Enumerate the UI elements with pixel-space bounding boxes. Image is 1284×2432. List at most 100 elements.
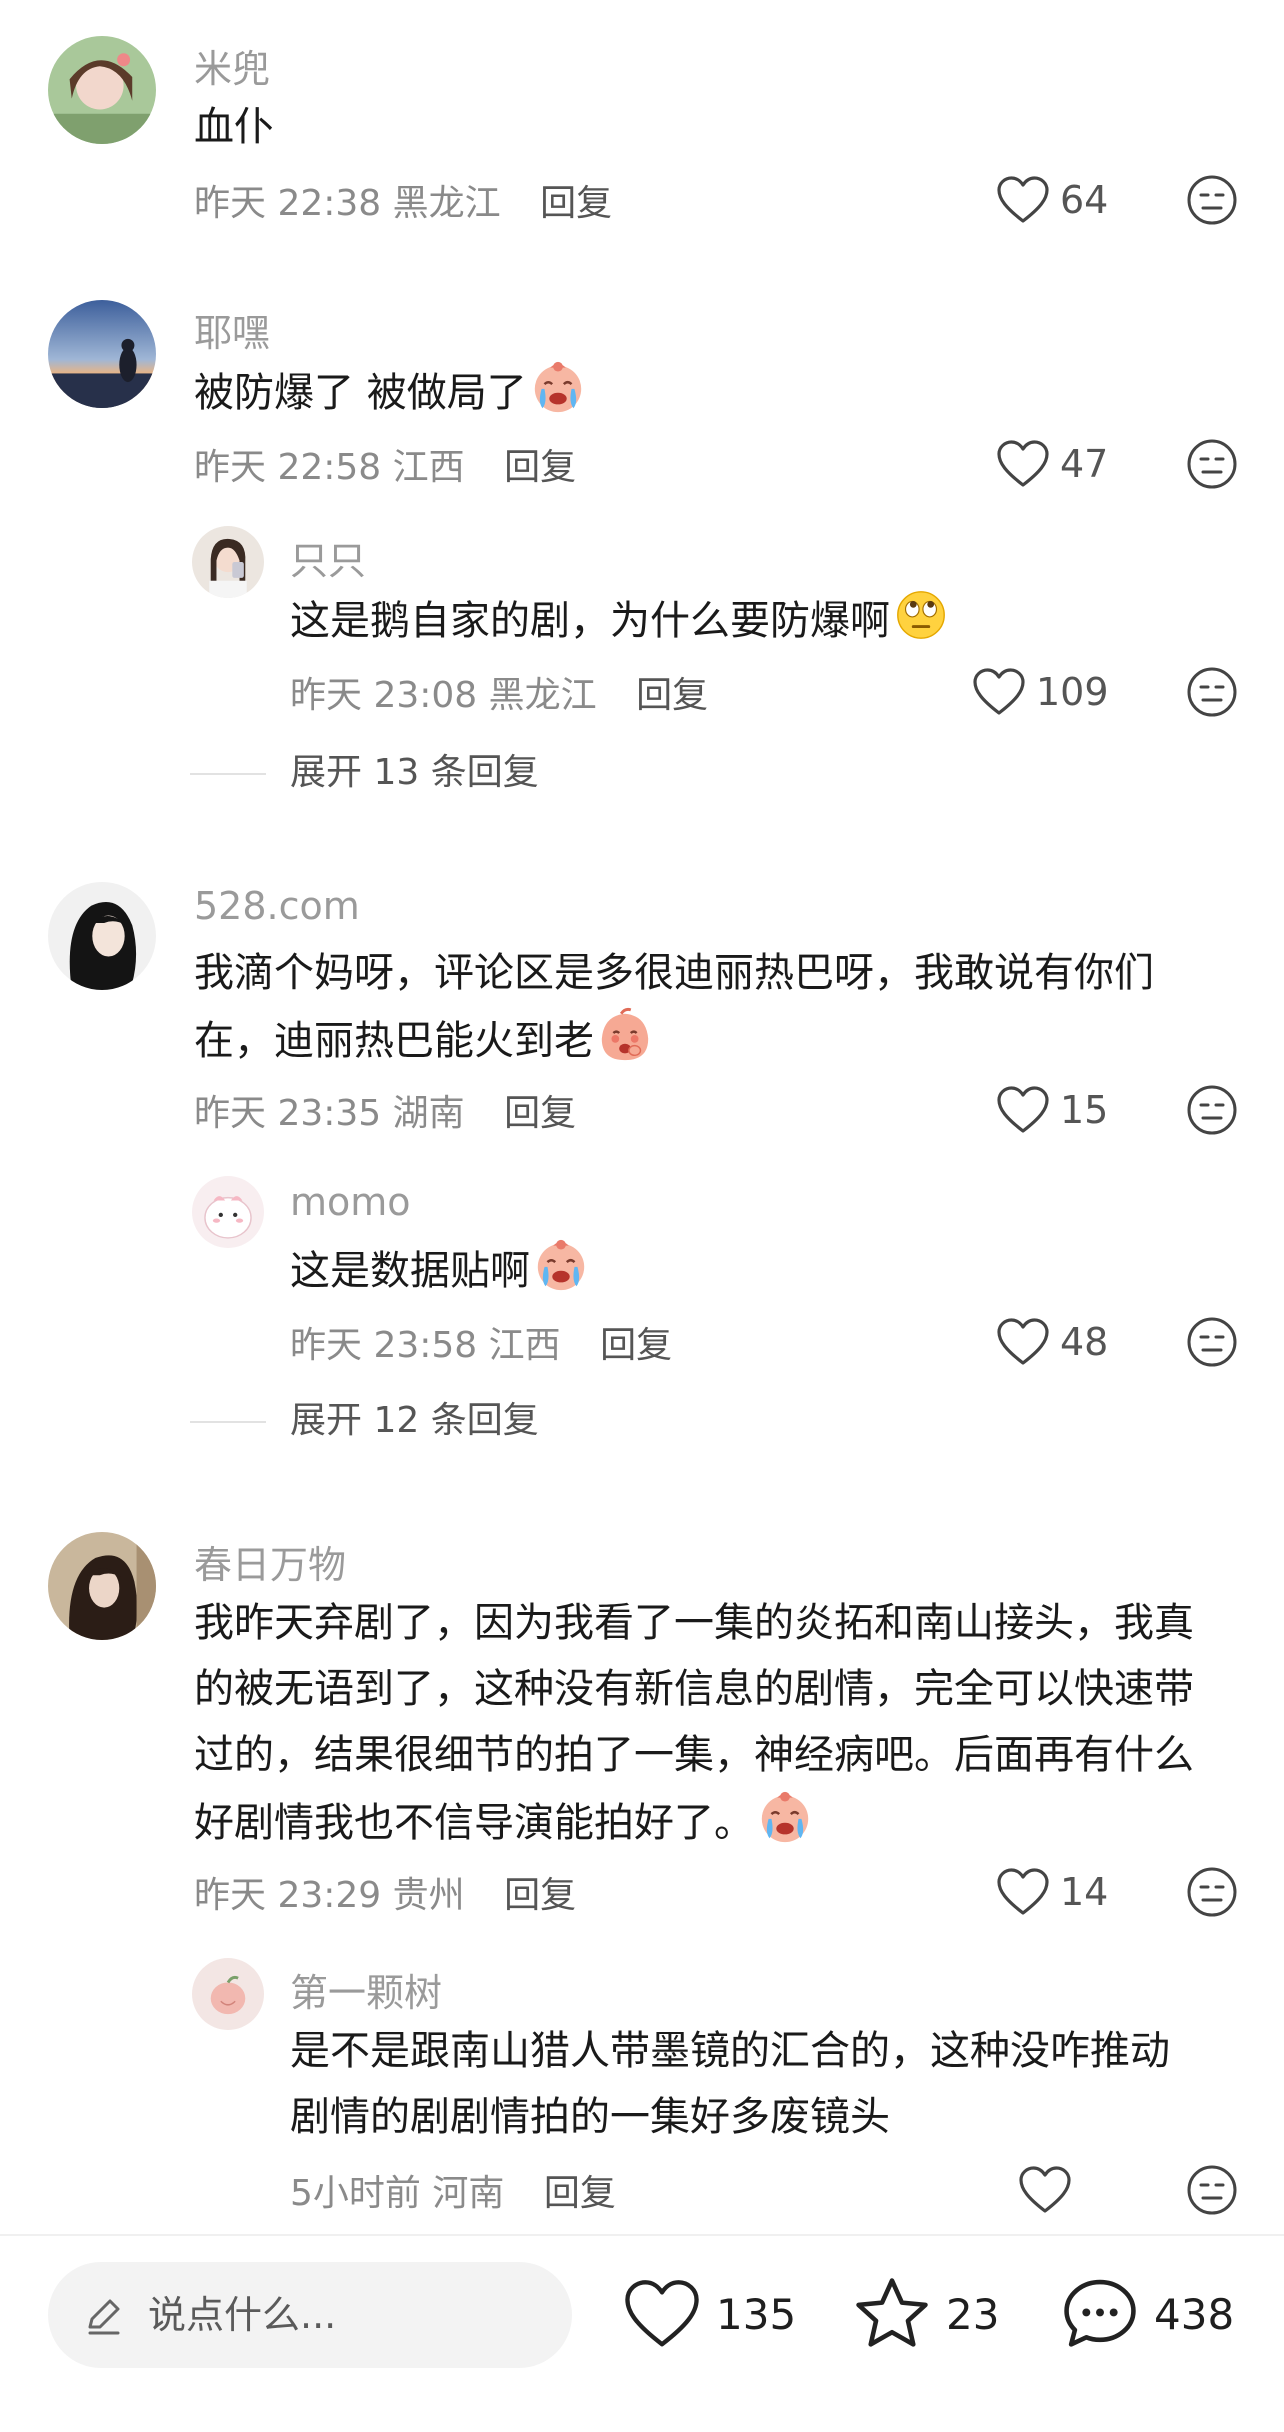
expand-label[interactable]: 展开 13 条回复: [290, 748, 539, 798]
avatar[interactable]: [48, 1532, 156, 1640]
like-count: 109: [1036, 670, 1109, 714]
reply-button[interactable]: 回复: [504, 1875, 576, 1916]
comment-text-line: 过的，结果很细节的拍了一集，神经病吧。后面再有什么: [194, 1732, 1194, 1778]
like-button[interactable]: 64: [996, 172, 1108, 228]
dislike-face-icon[interactable]: [1186, 1866, 1238, 1918]
reply-text-line: 剧情的剧剧情拍的一集好多废镜头: [290, 2094, 890, 2140]
like-count: 135: [716, 2289, 797, 2339]
comment-list[interactable]: 米兜 血仆 昨天 22:38 黑龙江 回复 64 耶嘿 被防爆了 被做局了 昨天…: [0, 0, 1284, 2232]
reply-button[interactable]: 回复: [600, 1325, 672, 1366]
username[interactable]: 米兜: [194, 38, 270, 93]
divider: [190, 773, 266, 775]
comment-text-content: 被防爆了 被做局了: [194, 370, 527, 416]
timestamp: 昨天 23:29: [194, 1875, 382, 1916]
shy-peach-face-icon: [596, 1006, 654, 1064]
reply-username[interactable]: 只只: [290, 530, 366, 585]
dislike-face-icon[interactable]: [1186, 2164, 1238, 2216]
timestamp: 昨天 23:35: [194, 1093, 382, 1134]
reply-button[interactable]: 回复: [544, 2173, 616, 2214]
dislike-face-icon[interactable]: [1186, 174, 1238, 226]
like-button[interactable]: 14: [996, 1864, 1108, 1920]
avatar[interactable]: [48, 300, 156, 408]
reply-text: 这是数据贴啊: [290, 1236, 590, 1304]
location: 贵州: [392, 1875, 465, 1916]
reply-username[interactable]: 第一颗树: [290, 1962, 442, 2017]
comment-bubble-icon: [1064, 2279, 1136, 2347]
timestamp: 5小时前: [290, 2173, 421, 2214]
location: 江西: [392, 447, 465, 488]
like-button[interactable]: 15: [996, 1082, 1108, 1138]
heart-icon: [997, 1868, 1049, 1915]
like-button[interactable]: [1018, 2162, 1082, 2218]
reply-avatar[interactable]: [192, 1176, 264, 1248]
reply-text-line: 是不是跟南山猎人带墨镜的汇合的，这种没咋推动: [290, 2028, 1170, 2074]
username[interactable]: 春日万物: [194, 1534, 346, 1589]
reply-meta: 昨天 23:58 江西 回复: [290, 1316, 672, 1368]
like-count: 47: [1060, 442, 1109, 486]
crying-face-icon: [532, 1236, 590, 1294]
reply-text-content: 这是数据贴啊: [290, 1248, 530, 1294]
heart-icon: [997, 440, 1049, 487]
favorite-button[interactable]: 23: [852, 2268, 999, 2360]
divider: [190, 1421, 266, 1423]
location: 河南: [432, 2173, 505, 2214]
comment-text: 血仆: [194, 104, 274, 150]
expand-label[interactable]: 展开 12 条回复: [290, 1396, 539, 1446]
location: 湖南: [392, 1093, 465, 1134]
comment-text-line: 我昨天弃剧了，因为我看了一集的炎拓和南山接头，我真: [194, 1600, 1194, 1646]
reply-username[interactable]: momo: [290, 1180, 411, 1224]
like-button[interactable]: 47: [996, 436, 1108, 492]
crying-face-icon: [756, 1788, 814, 1846]
timestamp: 昨天 22:58: [194, 447, 382, 488]
reply-text-content: 这是鹅自家的剧，为什么要防爆啊: [290, 598, 890, 644]
dislike-face-icon[interactable]: [1186, 1084, 1238, 1136]
pencil-icon: [88, 2299, 120, 2335]
timestamp: 昨天 23:58: [290, 1325, 478, 1366]
heart-icon: [997, 1318, 1049, 1365]
heart-icon: [1019, 2166, 1071, 2213]
comment-meta: 昨天 23:29 贵州 回复: [194, 1866, 576, 1918]
comment-meta: 昨天 22:58 江西 回复: [194, 438, 576, 490]
reply-avatar[interactable]: [192, 1958, 264, 2030]
like-count: 15: [1060, 1088, 1109, 1132]
comments-button[interactable]: 438: [1060, 2268, 1234, 2360]
comment-text-content: 在，迪丽热巴能火到老: [194, 1018, 594, 1064]
comment-meta: 昨天 22:38 黑龙江 回复: [194, 174, 612, 226]
reply-button[interactable]: 回复: [636, 675, 708, 716]
comment-meta: 昨天 23:35 湖南 回复: [194, 1084, 576, 1136]
like-button[interactable]: 109: [972, 664, 1109, 720]
avatar[interactable]: [48, 882, 156, 990]
avatar[interactable]: [48, 36, 156, 144]
heart-icon: [997, 1086, 1049, 1133]
reply-button[interactable]: 回复: [540, 183, 612, 224]
username[interactable]: 耶嘿: [194, 302, 270, 357]
reply-button[interactable]: 回复: [504, 447, 576, 488]
like-count: 48: [1060, 1320, 1109, 1364]
comment-text-line: 我滴个妈呀，评论区是多很迪丽热巴呀，我敢说有你们: [194, 950, 1154, 996]
dislike-face-icon[interactable]: [1186, 666, 1238, 718]
favorite-count: 23: [946, 2289, 1000, 2339]
star-icon: [856, 2278, 928, 2347]
like-post-button[interactable]: 135: [622, 2268, 796, 2360]
username[interactable]: 528.com: [194, 884, 360, 928]
like-count: 64: [1060, 178, 1109, 222]
like-button[interactable]: 48: [996, 1314, 1108, 1370]
like-count: 14: [1060, 1870, 1109, 1914]
reply-avatar[interactable]: [192, 526, 264, 598]
heart-icon: [997, 176, 1049, 223]
location: 黑龙江: [488, 675, 597, 716]
dislike-face-icon[interactable]: [1186, 1316, 1238, 1368]
reply-button[interactable]: 回复: [504, 1093, 576, 1134]
reply-text: 这是鹅自家的剧，为什么要防爆啊: [290, 586, 950, 654]
comment-input[interactable]: 说点什么...: [48, 2262, 572, 2368]
reply-text: 是不是跟南山猎人带墨镜的汇合的，这种没咋推动 剧情的剧剧情拍的一集好多废镜头: [290, 2018, 1250, 2150]
comment-text-line: 在，迪丽热巴能火到老: [194, 1006, 1244, 1074]
reply-meta: 昨天 23:08 黑龙江 回复: [290, 666, 708, 718]
reply-meta: 5小时前 河南 回复: [290, 2164, 616, 2216]
comment-input-placeholder: 说点什么...: [148, 2293, 337, 2337]
location: 黑龙江: [392, 183, 501, 224]
dislike-face-icon[interactable]: [1186, 438, 1238, 490]
timestamp: 昨天 22:38: [194, 183, 382, 224]
comment-text-line: 的被无语到了，这种没有新信息的剧情，完全可以快速带: [194, 1666, 1194, 1712]
comment-text: 被防爆了 被做局了: [194, 358, 587, 426]
